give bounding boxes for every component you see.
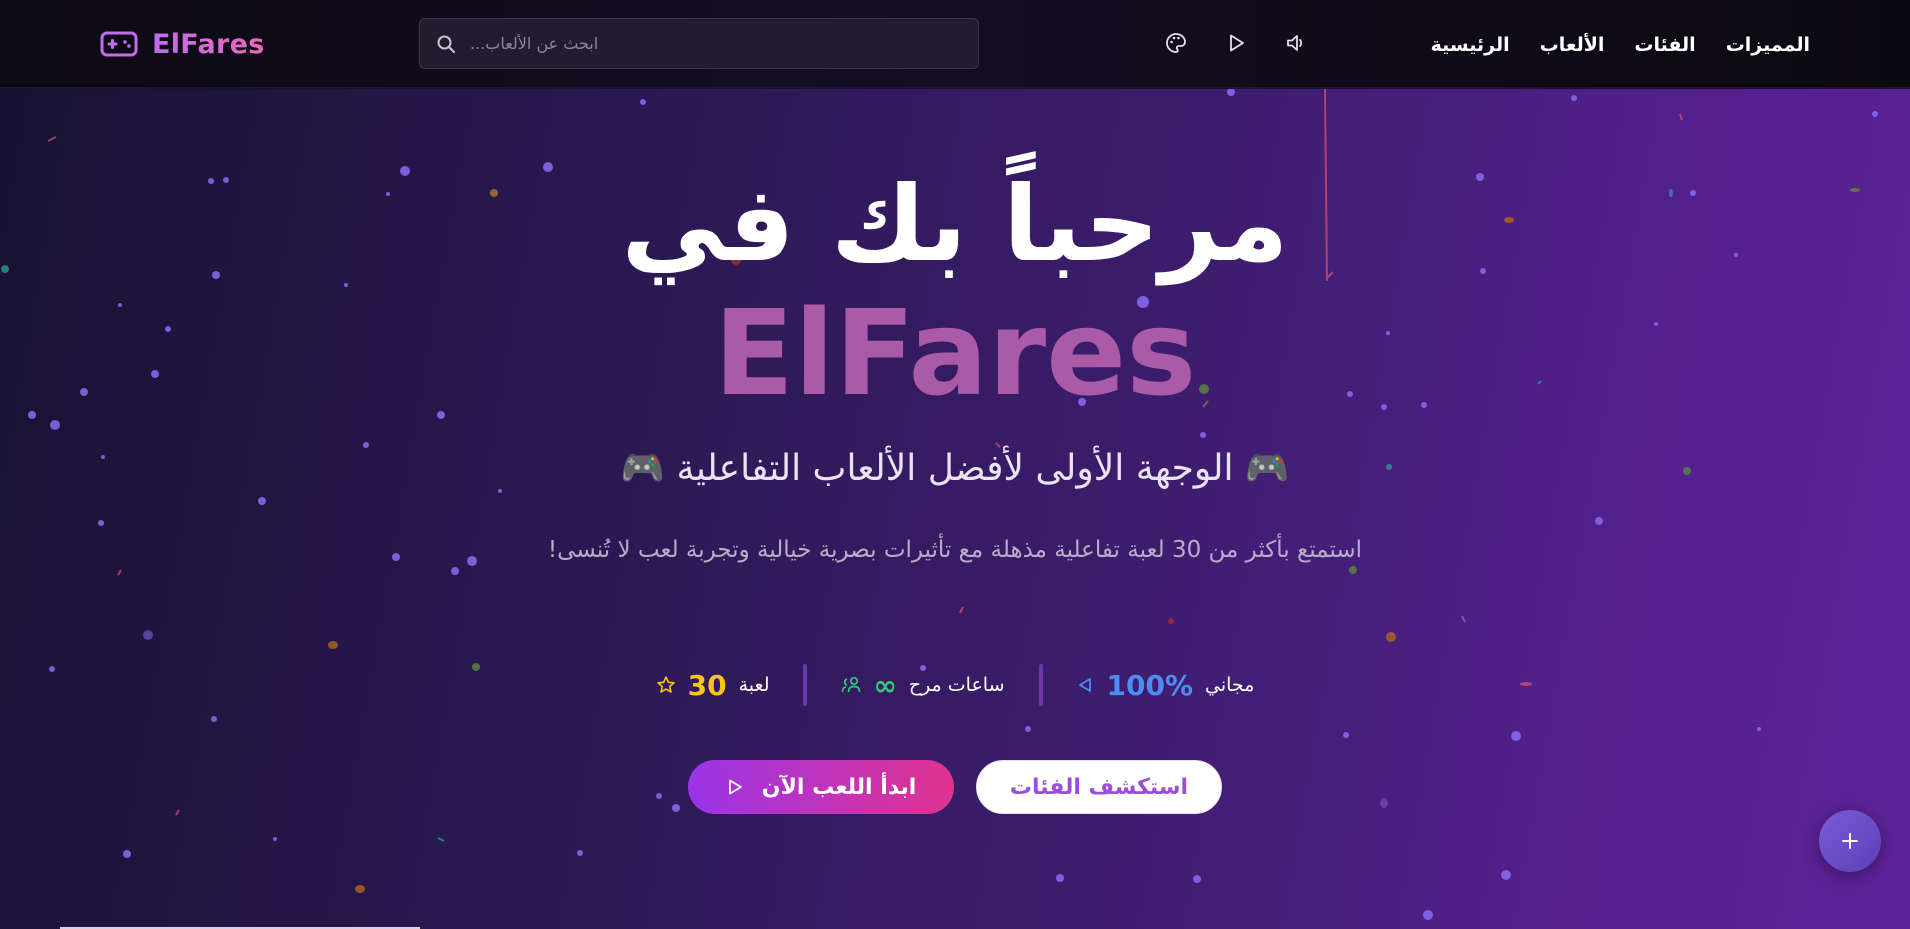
- play-icon: [728, 779, 742, 795]
- explore-categories-label: استكشف الفئات: [1009, 774, 1189, 800]
- volume-icon[interactable]: [1285, 32, 1307, 54]
- top-navbar: ElFares الرئيسية الألعاب الفئات المميزات: [0, 0, 1910, 88]
- plus-icon: [1842, 833, 1858, 849]
- nav-link-features[interactable]: المميزات: [1726, 34, 1810, 56]
- hero-brand-title: ElFares: [713, 284, 1197, 422]
- stat-fun-hours: ساعات مرح ∞: [807, 669, 1038, 702]
- stat-free: مجاني 100%: [1043, 669, 1289, 702]
- stats-row: مجاني 100% ساعات مرح ∞ لعبة 30: [0, 661, 1910, 709]
- search-box: [419, 18, 979, 69]
- stat-label: ساعات مرح: [908, 674, 1005, 696]
- start-playing-button[interactable]: ابدأ اللعب الآن: [688, 760, 954, 814]
- hero-title: مرحباً بك في: [621, 163, 1289, 285]
- play-icon[interactable]: [1225, 32, 1247, 54]
- hero-section: مرحباً بك في ElFares 🎮 الوجهة الأولى لأف…: [0, 89, 1910, 929]
- gamepad-icon: [100, 31, 138, 57]
- stat-label: لعبة: [738, 674, 770, 696]
- nav-link-categories[interactable]: الفئات: [1634, 34, 1695, 56]
- brand-logo[interactable]: ElFares: [100, 26, 265, 62]
- palette-icon[interactable]: [1165, 32, 1187, 54]
- nav-link-games[interactable]: الألعاب: [1540, 34, 1605, 56]
- stat-value: 100%: [1106, 668, 1194, 702]
- stat-label: مجاني: [1205, 674, 1255, 696]
- star-icon: [656, 676, 675, 693]
- stat-divider: [1038, 664, 1043, 706]
- stat-value: ∞: [873, 668, 897, 702]
- play-icon: [1078, 678, 1091, 692]
- brand-name: ElFares: [152, 28, 265, 60]
- hero-cta-group: ابدأ اللعب الآن استكشف الفئات: [0, 760, 1910, 814]
- hero-description: استمتع بأكثر من 30 لعبة تفاعلية مذهلة مع…: [547, 537, 1363, 563]
- start-playing-label: ابدأ اللعب الآن: [761, 774, 917, 800]
- search-icon: [437, 35, 455, 53]
- users-icon: [842, 676, 861, 693]
- hero-tagline: 🎮 الوجهة الأولى لأفضل الألعاب التفاعلية …: [620, 448, 1290, 489]
- stat-games: لعبة 30: [622, 669, 804, 702]
- explore-categories-button[interactable]: استكشف الفئات: [976, 760, 1222, 814]
- stat-value: 30: [687, 668, 727, 702]
- floating-action-button[interactable]: [1819, 810, 1881, 872]
- nav-link-home[interactable]: الرئيسية: [1431, 34, 1510, 56]
- main-nav: الرئيسية الألعاب الفئات المميزات: [1431, 28, 1810, 62]
- stat-divider: [803, 664, 808, 706]
- search-input[interactable]: [470, 19, 950, 68]
